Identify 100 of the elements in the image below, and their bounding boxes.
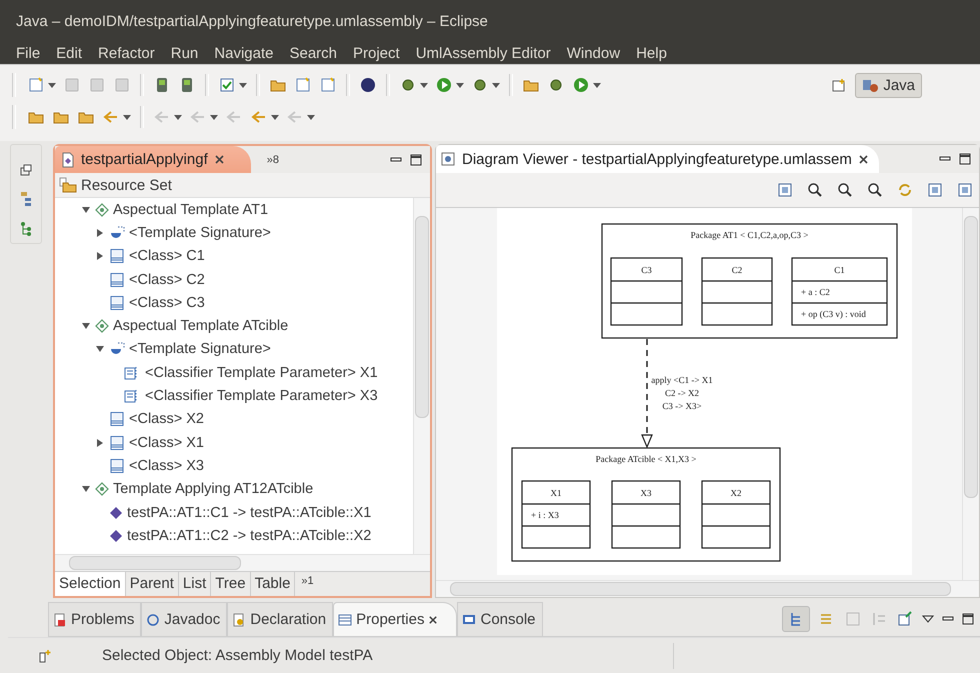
- view-tab[interactable]: List: [178, 572, 212, 596]
- attribute-text: + i : X3: [531, 510, 559, 520]
- tree-item[interactable]: <Classifier Template Parameter> X1: [145, 364, 378, 381]
- tree-item[interactable]: Template Applying AT12ATcible: [113, 481, 314, 498]
- menu-item[interactable]: Run: [162, 44, 206, 62]
- new-window-icon[interactable]: [27, 76, 45, 94]
- circle-icon: [146, 612, 160, 626]
- caret-icon[interactable]: [210, 114, 218, 120]
- class-box: [701, 257, 773, 326]
- caret-icon[interactable]: [48, 82, 56, 88]
- view-tab[interactable]: Parent: [126, 572, 179, 596]
- view-tab[interactable]: Tree: [211, 572, 251, 596]
- zoom-out-icon[interactable]: [837, 182, 853, 198]
- caret-icon[interactable]: [420, 82, 428, 88]
- view-tab[interactable]: Declaration: [227, 602, 334, 636]
- class-icon: [109, 458, 125, 474]
- tree-item[interactable]: <Template Signature>: [129, 341, 271, 358]
- error-document-icon: [53, 612, 67, 626]
- menu-item[interactable]: Search: [281, 44, 345, 62]
- java-perspective-button[interactable]: Java: [855, 73, 922, 98]
- menu-item[interactable]: Window: [558, 44, 628, 62]
- view-tab[interactable]: Selection: [55, 572, 126, 596]
- vertical-scrollbar[interactable]: [962, 208, 979, 580]
- menu-item[interactable]: Project: [345, 44, 408, 62]
- tree-root-label[interactable]: Resource Set: [81, 176, 172, 194]
- tree-item[interactable]: testPA::AT1::C2 -> testPA::ATcible::X2: [127, 528, 372, 544]
- view-tab[interactable]: Problems: [48, 602, 142, 636]
- maximize-icon[interactable]: [962, 613, 974, 625]
- package-title: Package AT1 < C1,C2,a,op,C3 >: [690, 230, 808, 240]
- vertical-scrollbar[interactable]: [413, 198, 430, 554]
- tree-icon[interactable]: [19, 221, 33, 237]
- tree-item[interactable]: <Class> C2: [129, 272, 205, 288]
- maximize-icon[interactable]: [959, 153, 971, 165]
- caret-icon[interactable]: [456, 82, 464, 88]
- caret-icon[interactable]: [271, 114, 279, 120]
- attribute-text: + a : C2: [801, 287, 830, 297]
- resource-set-icon: [59, 177, 77, 193]
- tree-view-icon[interactable]: [782, 606, 810, 632]
- caret-icon[interactable]: [123, 114, 131, 120]
- class-box: [611, 480, 681, 549]
- view-tab[interactable]: Javadoc: [141, 602, 228, 636]
- zoom-icon[interactable]: [807, 182, 823, 198]
- tab-overflow[interactable]: »8: [266, 154, 279, 166]
- horizontal-scrollbar[interactable]: [55, 554, 430, 571]
- menu-item[interactable]: Help: [628, 44, 675, 62]
- hierarchy-icon[interactable]: [19, 191, 33, 207]
- tree-item[interactable]: <Class> X3: [129, 458, 204, 474]
- fit-icon[interactable]: [777, 182, 793, 198]
- horizontal-scrollbar[interactable]: [436, 580, 979, 597]
- view-tab[interactable]: Properties: [333, 602, 458, 636]
- zoom-in-icon[interactable]: [867, 182, 883, 198]
- sphere-icon[interactable]: [359, 76, 377, 94]
- menu-item[interactable]: Refactor: [90, 44, 163, 62]
- tree-item[interactable]: <Classifier Template Parameter> X3: [145, 388, 378, 404]
- tree-item[interactable]: <Class> X2: [129, 411, 204, 428]
- expanded-arrow-icon[interactable]: [81, 484, 91, 494]
- close-icon[interactable]: [858, 154, 869, 164]
- collapsed-arrow-icon[interactable]: [95, 251, 105, 262]
- close-icon[interactable]: [428, 614, 438, 624]
- java-icon: [862, 78, 880, 94]
- view-tab[interactable]: Table: [250, 572, 296, 596]
- tree-item[interactable]: <Template Signature>: [129, 224, 271, 241]
- caret-icon[interactable]: [492, 82, 500, 88]
- caret-icon[interactable]: [239, 82, 247, 88]
- caret-icon[interactable]: [593, 82, 601, 88]
- editor-tab[interactable]: testpartialApplyingf: [55, 146, 251, 173]
- menu-item[interactable]: Edit: [48, 44, 90, 62]
- checkbox-icon[interactable]: [218, 76, 236, 94]
- class-name: X1: [550, 488, 562, 498]
- tree-item[interactable]: <Class> X1: [129, 434, 204, 451]
- play-icon[interactable]: [435, 76, 453, 94]
- expanded-arrow-icon[interactable]: [95, 344, 105, 354]
- dependency-label: apply <C1 -> X1 C2 -> X2 C3 -> X3>: [651, 375, 713, 411]
- class-icon: [109, 248, 125, 264]
- collapsed-arrow-icon[interactable]: [95, 438, 105, 448]
- menu-item[interactable]: File: [8, 44, 48, 62]
- caret-icon[interactable]: [174, 114, 182, 120]
- caret-icon[interactable]: [307, 114, 315, 120]
- monitor-icon: [462, 612, 476, 626]
- view-tab[interactable]: Console: [457, 602, 543, 636]
- menu-item[interactable]: Navigate: [206, 44, 282, 62]
- save-icon[interactable]: [957, 182, 973, 198]
- menu-item[interactable]: UmlAssembly Editor: [408, 44, 559, 62]
- tree-item[interactable]: Aspectual Template AT1: [113, 202, 268, 218]
- maximize-icon[interactable]: [410, 154, 422, 166]
- tree-item[interactable]: <Class> C1: [129, 248, 205, 264]
- expanded-arrow-icon[interactable]: [81, 321, 91, 332]
- tab-overflow[interactable]: »1: [295, 572, 320, 596]
- view-menu-icon[interactable]: [922, 614, 934, 624]
- open-perspective-icon[interactable]: [831, 78, 848, 94]
- collapsed-arrow-icon[interactable]: [95, 228, 105, 238]
- diagram-tab[interactable]: Diagram Viewer - testpartialApplyingfeaturetype.umlassem: [436, 145, 879, 173]
- tree-item[interactable]: testPA::AT1::C1 -> testPA::ATcible::X1: [127, 504, 372, 520]
- play-plus-icon[interactable]: [572, 76, 590, 94]
- tree-item[interactable]: <Class> C3: [129, 294, 205, 311]
- expanded-arrow-icon[interactable]: [81, 204, 91, 215]
- diamond-icon: [95, 319, 109, 334]
- close-icon[interactable]: [214, 154, 225, 165]
- tree-item[interactable]: Aspectual Template ATcible: [113, 318, 288, 334]
- copy-icon[interactable]: [927, 182, 943, 198]
